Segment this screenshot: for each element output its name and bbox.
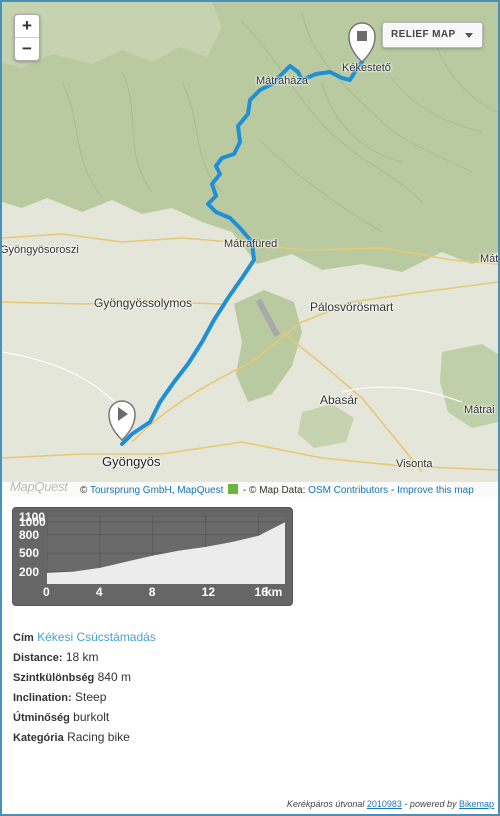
footer: Kerékpáros útvonal 2010983 - powered by … xyxy=(287,799,494,809)
x-tick-label: 0 xyxy=(43,585,50,599)
footer-prefix: Kerékpáros útvonal xyxy=(286,799,365,809)
bikemap-link[interactable]: Bikemap xyxy=(459,799,494,809)
y-tick-label: 800 xyxy=(19,527,40,542)
detail-row: Distance: 18 km xyxy=(13,650,99,664)
place-label: Abasár xyxy=(320,393,359,407)
footer-middle: - powered by xyxy=(404,799,457,809)
attribution-dash: - xyxy=(390,485,395,496)
mapquest-logo: MapQuest xyxy=(10,479,68,494)
elevation-plot-area xyxy=(47,516,285,584)
detail-row: Szintkülönbség 840 m xyxy=(13,670,131,684)
place-label: Mátrai xyxy=(464,404,495,416)
zoom-control: + − xyxy=(14,14,40,61)
place-label: Gyöngyös xyxy=(102,454,161,469)
place-label: Kékestető xyxy=(342,62,391,74)
zoom-out-button[interactable]: − xyxy=(15,37,39,60)
map-attribution: MapQuest © Toursprung GmbH, MapQuest - ©… xyxy=(2,479,498,497)
improve-map-link[interactable]: Improve this map xyxy=(397,485,474,496)
x-tick-label: 12 xyxy=(201,585,216,599)
zoom-in-button[interactable]: + xyxy=(15,15,39,37)
place-label: Pálosvörösmart xyxy=(310,300,394,314)
detail-row: Cím Kékesi Csúcstámadás xyxy=(13,630,156,644)
place-label: Mátraháza xyxy=(256,75,308,87)
osm-contributors-link[interactable]: OSM Contributors xyxy=(308,485,388,496)
dropdown-caret-icon xyxy=(464,33,473,38)
elevation-profile: 1100 1000 800 500 200 0 4 8 12 16 km xyxy=(12,507,293,606)
detail-row: Inclination: Steep xyxy=(13,690,106,704)
place-label: Mátrai xyxy=(480,253,498,265)
place-label: Gyöngyösoroszi xyxy=(2,244,79,256)
detail-key: Inclination: xyxy=(13,692,72,704)
detail-row: Kategória Racing bike xyxy=(13,730,130,744)
mapquest-icon xyxy=(228,484,239,494)
attribution-mapdata: - © Map Data: xyxy=(242,485,306,496)
relief-map-label: RELIEF MAP xyxy=(391,29,456,40)
detail-key: Cím xyxy=(13,632,34,644)
x-tick-label: 8 xyxy=(148,585,156,599)
relief-map-button[interactable]: RELIEF MAP xyxy=(382,22,483,48)
detail-value: 840 m xyxy=(94,670,131,684)
route-title-link[interactable]: Kékesi Csúcstámadás xyxy=(34,630,156,644)
detail-key: Útminőség xyxy=(13,712,70,724)
route-map[interactable]: + − RELIEF MAP Kékestető Mátraháza Mátra… xyxy=(2,2,498,497)
elevation-chart xyxy=(47,516,285,584)
attribution-copyright: © xyxy=(80,485,88,496)
detail-key: Distance: xyxy=(13,652,63,664)
mapquest-link[interactable]: MapQuest xyxy=(177,485,223,496)
detail-value: burkolt xyxy=(69,710,110,724)
detail-value: Steep xyxy=(71,690,107,704)
toursprung-link[interactable]: Toursprung GmbH xyxy=(90,485,172,496)
attribution-separator: , xyxy=(171,485,175,496)
x-axis-unit: km xyxy=(265,585,283,599)
place-label: Gyöngyössolymos xyxy=(94,296,193,310)
x-tick-label: 4 xyxy=(95,585,103,599)
detail-value: 18 km xyxy=(62,650,99,664)
widget-frame: + − RELIEF MAP Kékestető Mátraháza Mátra… xyxy=(0,0,500,816)
y-tick-label: 200 xyxy=(19,564,40,579)
detail-key: Kategória xyxy=(13,732,64,744)
place-label: Mátrafüred xyxy=(224,238,278,250)
detail-value: Racing bike xyxy=(63,730,130,744)
detail-key: Szintkülönbség xyxy=(13,672,95,684)
place-label: Visonta xyxy=(396,458,433,470)
y-tick-label: 500 xyxy=(19,546,40,561)
detail-row: Útminőség burkolt xyxy=(13,710,109,724)
route-id-link[interactable]: 2010983 xyxy=(367,799,402,809)
